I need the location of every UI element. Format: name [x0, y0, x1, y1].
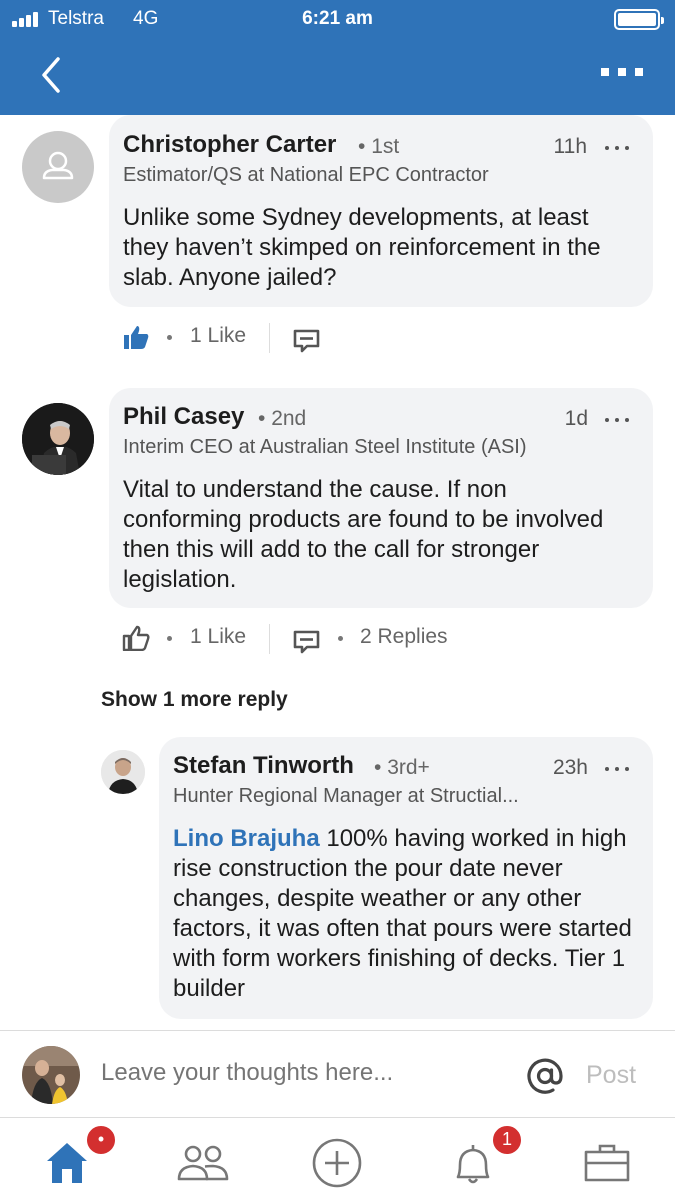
avatar[interactable] [22, 131, 94, 203]
connection-degree: • 1st [358, 135, 400, 158]
reply-icon[interactable] [293, 630, 320, 654]
default-avatar-icon [42, 151, 74, 180]
connection-degree: • 3rd+ [374, 756, 430, 779]
app-header: Telstra 4G 6:21 am [0, 0, 675, 115]
tab-jobs[interactable] [583, 1137, 633, 1187]
profile-photo [22, 1046, 80, 1104]
notifications-bell-icon [456, 1145, 490, 1184]
my-network-icon [177, 1145, 229, 1181]
more-horizontal-icon[interactable] [601, 62, 643, 82]
author-headline: Interim CEO at Australian Steel Institut… [123, 436, 527, 458]
comment-text: Unlike some Sydney developments, at leas… [123, 204, 601, 291]
comment-input[interactable] [101, 1059, 501, 1087]
post-plus-icon [312, 1138, 362, 1188]
comment-composer: Post [0, 1030, 675, 1118]
home-badge: • [84, 1123, 118, 1157]
jobs-briefcase-icon [584, 1144, 630, 1182]
avatar[interactable] [101, 750, 145, 794]
notifications-badge: 1 [490, 1123, 524, 1157]
comment-options-icon[interactable] [605, 412, 633, 428]
separator-dot [167, 335, 172, 340]
author-name[interactable]: Christopher Carter [123, 131, 336, 159]
tab-notifications[interactable]: 1 [450, 1123, 524, 1187]
divider [269, 624, 270, 654]
separator-dot [167, 636, 172, 641]
author-name[interactable]: Stefan Tinworth [173, 752, 354, 780]
tab-my-network[interactable] [175, 1137, 229, 1187]
avatar[interactable] [22, 403, 94, 475]
post-button[interactable]: Post [586, 1061, 636, 1090]
mention-link[interactable]: Lino Brajuha [173, 825, 320, 852]
reply-icon[interactable] [293, 329, 320, 353]
comment-time: 23h [552, 756, 588, 779]
profile-photo [22, 403, 94, 475]
my-avatar[interactable] [22, 1046, 80, 1104]
status-time: 6:21 am [302, 8, 373, 29]
reply-count[interactable]: 2 Replies [360, 625, 448, 649]
comment-actions: 1 Like [122, 321, 372, 355]
like-count[interactable]: 1 Like [190, 324, 246, 348]
author-headline: Estimator/QS at National EPC Contractor [123, 164, 489, 186]
comments-feed[interactable]: Christopher Carter • 1st 11h Estimator/Q… [0, 115, 675, 1030]
comment-actions: 1 Like 2 Replies [122, 622, 482, 656]
at-sign-icon[interactable] [526, 1057, 564, 1095]
chevron-left-icon[interactable] [38, 55, 68, 95]
author-headline: Hunter Regional Manager at Structial... [173, 785, 519, 807]
connection-degree: • 2nd [258, 407, 307, 430]
profile-photo [101, 750, 145, 794]
comment-options-icon[interactable] [605, 140, 633, 156]
reply-text: Lino Brajuha 100% having worked in high … [173, 825, 632, 1002]
comment-time: 11h [553, 135, 587, 158]
tab-post[interactable] [311, 1137, 362, 1188]
comment-text: Vital to understand the cause. If non co… [123, 476, 604, 593]
like-count[interactable]: 1 Like [190, 625, 246, 649]
show-more-replies-link[interactable]: Show 1 more reply [101, 688, 288, 712]
author-name[interactable]: Phil Casey [123, 403, 244, 431]
tab-home[interactable]: • [42, 1123, 118, 1187]
like-outline-icon[interactable] [122, 625, 150, 651]
separator-dot [338, 636, 343, 641]
comment-options-icon[interactable] [605, 761, 633, 777]
bottom-tab-bar: • 1 [0, 1119, 675, 1200]
battery-icon [614, 9, 664, 30]
status-bar: Telstra 4G 6:21 am [0, 0, 675, 38]
divider [269, 323, 270, 353]
like-filled-icon[interactable] [122, 324, 150, 350]
comment-time: 1d [564, 407, 588, 430]
